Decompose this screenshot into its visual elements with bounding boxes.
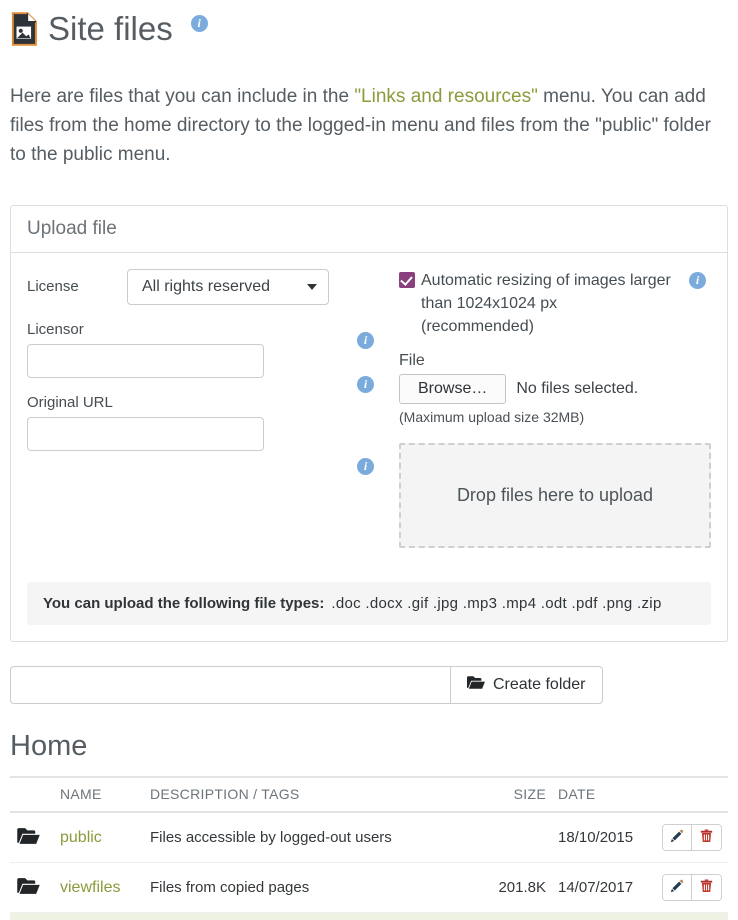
table-row: viewfiles Files from copied pages 201.8K… [10, 863, 728, 913]
dropzone[interactable]: Drop files here to upload [399, 443, 711, 548]
row-date-cell: 18/10/2015 [552, 812, 656, 863]
licensor-info-icon[interactable]: i [357, 376, 374, 393]
table-row: public Files accessible by logged-out us… [10, 812, 728, 863]
upload-file-panel: Upload file License All rights reserved … [10, 205, 728, 642]
create-folder-label: Create folder [493, 676, 586, 694]
auto-resize-label: Automatic resizing of images larger than… [421, 269, 671, 338]
folder-open-icon [16, 877, 41, 895]
original-url-row: Original URL [27, 392, 387, 451]
col-actions [656, 777, 728, 812]
row-actions-cell [656, 863, 728, 913]
row-action-group [662, 874, 722, 901]
allowed-filetypes-label: You can upload the following file types: [43, 595, 324, 612]
links-and-resources-link[interactable]: "Links and resources" [354, 86, 538, 107]
license-select[interactable]: All rights reserved [127, 269, 329, 305]
page-title: Site files [48, 12, 173, 46]
row-description-cell: Files from copied pages [144, 863, 490, 913]
original-url-label: Original URL [27, 392, 387, 414]
row-action-group [662, 824, 722, 851]
files-table: NAME DESCRIPTION / TAGS SIZE DATE [10, 776, 728, 920]
licensor-input[interactable] [27, 344, 264, 378]
file-input-row: Browse… No files selected. [399, 374, 711, 404]
trash-icon [700, 879, 713, 896]
intro-paragraph: Here are files that you can include in t… [10, 82, 722, 169]
folder-open-icon [16, 827, 41, 845]
delete-button[interactable] [692, 875, 721, 900]
browse-button[interactable]: Browse… [399, 374, 506, 404]
row-name-cell: public [54, 812, 144, 863]
page-header: Site files i [10, 0, 728, 52]
col-name[interactable]: NAME [54, 777, 144, 812]
auto-resize-info-icon[interactable]: i [689, 272, 706, 289]
row-actions [662, 824, 722, 851]
edit-button[interactable] [663, 875, 692, 900]
col-icon [10, 777, 54, 812]
upload-panel-body: License All rights reserved Licensor Ori… [11, 253, 727, 564]
download-footer-row: Download folder content as a zip file [10, 913, 728, 920]
delete-button[interactable] [692, 825, 721, 850]
create-folder-row: Create folder [10, 666, 728, 704]
row-icon-cell [10, 812, 54, 863]
file-label: File [399, 352, 711, 370]
no-files-selected-text: No files selected. [516, 380, 638, 398]
chevron-down-icon [307, 284, 317, 290]
license-info-icon[interactable]: i [357, 332, 374, 349]
intro-text-before: Here are files that you can include in t… [10, 86, 354, 107]
allowed-filetypes-list: .doc .docx .gif .jpg .mp3 .mp4 .odt .pdf… [331, 595, 661, 612]
trash-icon [700, 829, 713, 846]
auto-resize-row: Automatic resizing of images larger than… [399, 269, 711, 338]
files-table-body: public Files accessible by logged-out us… [10, 812, 728, 920]
row-actions-cell [656, 812, 728, 863]
row-date-cell: 14/07/2017 [552, 863, 656, 913]
auto-resize-checkbox[interactable] [399, 272, 415, 288]
file-name-link[interactable]: viewfiles [60, 879, 120, 896]
license-selected-value: All rights reserved [142, 278, 270, 296]
licensor-row: Licensor [27, 319, 387, 378]
row-size-cell [490, 812, 552, 863]
license-label: License [27, 276, 127, 298]
edit-button[interactable] [663, 825, 692, 850]
row-name-cell: viewfiles [54, 863, 144, 913]
file-name-link[interactable]: public [60, 829, 102, 846]
original-url-input[interactable] [27, 417, 264, 451]
file-image-icon [10, 12, 40, 46]
row-size-cell: 201.8K [490, 863, 552, 913]
dropzone-label: Drop files here to upload [457, 485, 653, 506]
col-description[interactable]: DESCRIPTION / TAGS [144, 777, 490, 812]
upload-panel-heading: Upload file [11, 206, 727, 253]
pencil-icon [670, 829, 684, 846]
allowed-filetypes-bar: You can upload the following file types:… [27, 582, 711, 625]
files-section-title: Home [10, 728, 728, 764]
licensor-label: Licensor [27, 319, 387, 341]
files-table-head: NAME DESCRIPTION / TAGS SIZE DATE [10, 777, 728, 812]
upload-left-column: License All rights reserved Licensor Ori… [27, 269, 387, 548]
row-description-cell: Files accessible by logged-out users [144, 812, 490, 863]
max-upload-size-text: (Maximum upload size 32MB) [399, 409, 711, 425]
original-url-info-icon[interactable]: i [357, 458, 374, 475]
create-folder-button[interactable]: Create folder [450, 666, 603, 704]
row-actions [662, 874, 722, 901]
download-footer-cell: Download folder content as a zip file [10, 913, 728, 920]
upload-right-column: Automatic resizing of images larger than… [387, 269, 711, 548]
info-icon[interactable]: i [191, 15, 208, 32]
site-files-page: Site files i Here are files that you can… [0, 0, 738, 920]
folder-open-icon [467, 675, 485, 695]
new-folder-name-input[interactable] [10, 666, 450, 704]
col-size[interactable]: SIZE [490, 777, 552, 812]
files-table-header-row: NAME DESCRIPTION / TAGS SIZE DATE [10, 777, 728, 812]
row-icon-cell [10, 863, 54, 913]
license-row: License All rights reserved [27, 269, 387, 305]
pencil-icon [670, 879, 684, 896]
col-date[interactable]: DATE [552, 777, 656, 812]
